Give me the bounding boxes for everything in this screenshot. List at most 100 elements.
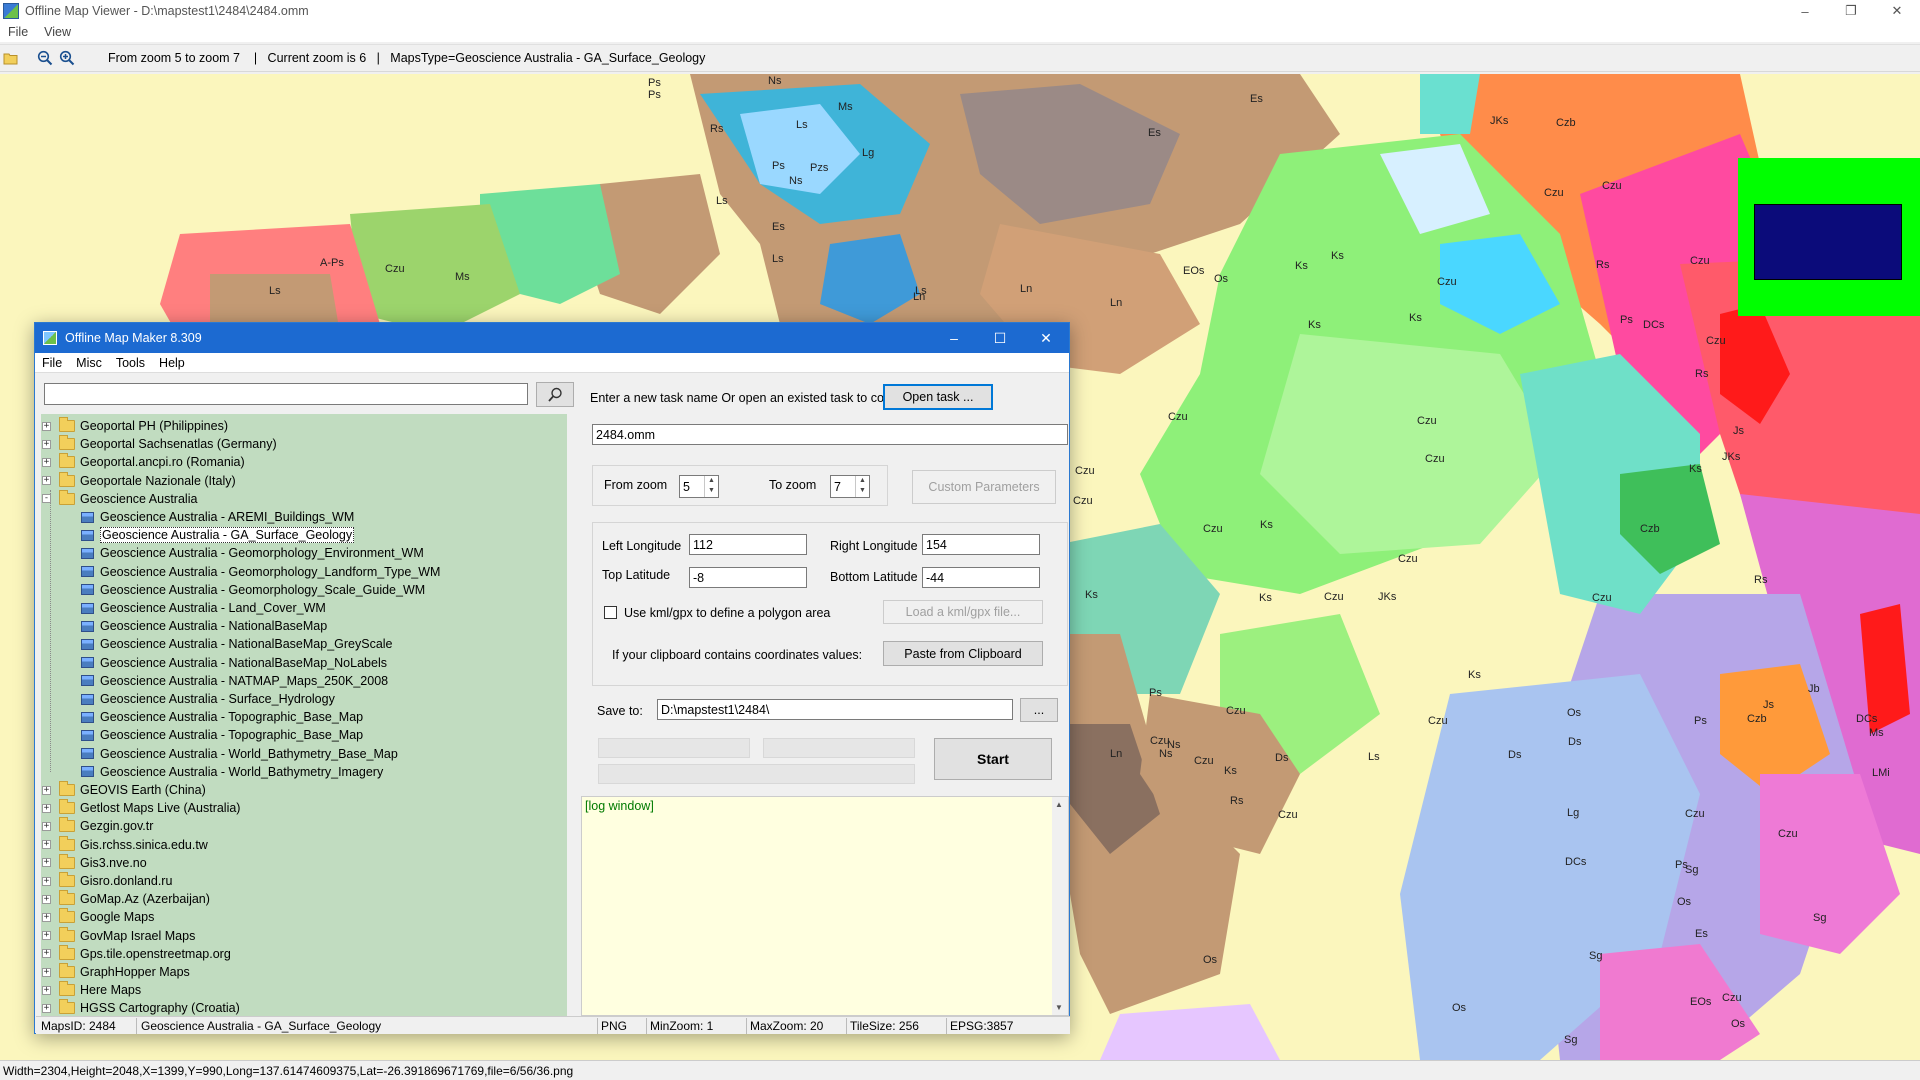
expand-icon[interactable]: + — [42, 912, 51, 922]
tree-folder-item[interactable]: + Getlost Maps Live (Australia) — [41, 799, 240, 817]
tree-map-item[interactable]: Geoscience Australia - GA_Surface_Geolog… — [41, 526, 355, 544]
tree-map-item[interactable]: Geoscience Australia - Land_Cover_WM — [41, 599, 326, 617]
expand-icon[interactable]: + — [42, 785, 51, 795]
top-latitude-input[interactable]: -8 — [689, 567, 807, 588]
expand-icon[interactable]: + — [42, 840, 51, 850]
menu-file[interactable]: File — [0, 25, 36, 39]
maximize-button[interactable]: ❐ — [1828, 0, 1874, 22]
tree-map-item[interactable]: Geoscience Australia - NationalBaseMap — [41, 617, 327, 635]
browse-button[interactable]: ... — [1020, 698, 1058, 722]
map-source-panel: + Geoportal PH (Philippines) + Geoportal Sa… — [36, 374, 580, 1016]
kml-checkbox[interactable] — [604, 606, 617, 619]
zoom-in-icon[interactable] — [56, 47, 78, 69]
tree-map-item[interactable]: Geoscience Australia - Topographic_Base_… — [41, 726, 363, 744]
tree-folder-item[interactable]: + GovMap Israel Maps — [41, 926, 195, 945]
spinner-arrows-icon[interactable]: ▲ ▼ — [704, 476, 718, 497]
open-task-button[interactable]: Open task ... — [883, 384, 993, 410]
tree-map-item[interactable]: Geoscience Australia - Topographic_Base_… — [41, 708, 363, 726]
tree-folder-item[interactable]: + Geoportal.ancpi.ro (Romania) — [41, 453, 245, 471]
tree-folder-item[interactable]: + Geoportale Nazionale (Italy) — [41, 471, 236, 490]
tree-map-item[interactable]: Geoscience Australia - World_Bathymetry_… — [41, 745, 398, 763]
tree-map-item[interactable]: Geoscience Australia - NationalBaseMap_N… — [41, 654, 387, 672]
map-unit-label: DCs — [1856, 713, 1878, 725]
cursor-info: Width=2304,Height=2048,X=1399,Y=990,Long… — [3, 1063, 574, 1078]
custom-parameters-button[interactable]: Custom Parameters — [912, 470, 1056, 504]
save-to-input[interactable]: D:\mapstest1\2484\ — [657, 699, 1013, 720]
expand-icon[interactable]: + — [42, 949, 51, 959]
tree-folder-item[interactable]: + GraphHopper Maps — [41, 963, 190, 981]
tree-folder-item[interactable]: - Geoscience Australia — [41, 489, 197, 508]
dialog-minimize-button[interactable]: – — [931, 323, 977, 353]
paste-clipboard-button[interactable]: Paste from Clipboard — [883, 641, 1043, 666]
tree-folder-item[interactable]: + Gezgin.gov.tr — [41, 817, 153, 835]
right-longitude-input[interactable]: 154 — [922, 534, 1040, 555]
tree-item-label: Geoscience Australia - Surface_Hydrology — [100, 692, 335, 706]
tree-map-item[interactable]: Geoscience Australia - AREMI_Buildings_W… — [41, 508, 354, 526]
expand-icon[interactable]: + — [42, 967, 51, 977]
tree-item-label: GraphHopper Maps — [80, 965, 190, 979]
tree-folder-item[interactable]: + Geoportal Sachsenatlas (Germany) — [41, 435, 277, 453]
tree-folder-item[interactable]: + Gps.tile.openstreetmap.org — [41, 944, 231, 963]
tree-folder-item[interactable]: + GoMap.Az (Azerbaijan) — [41, 890, 210, 908]
open-folder-icon[interactable] — [0, 47, 22, 69]
load-kml-button[interactable]: Load a kml/gpx file... — [883, 600, 1043, 624]
dialog-menu-tools[interactable]: Tools — [109, 356, 152, 370]
expand-icon[interactable]: + — [42, 1003, 51, 1013]
expand-icon[interactable]: + — [42, 476, 51, 486]
expand-icon[interactable]: + — [42, 876, 51, 886]
map-unit-label: Ms — [838, 101, 853, 113]
map-unit-label: Czu — [1685, 808, 1705, 820]
minimap[interactable] — [1738, 158, 1920, 316]
zoom-out-icon[interactable] — [34, 47, 56, 69]
expand-icon[interactable]: + — [42, 985, 51, 995]
expand-icon[interactable]: + — [42, 931, 51, 941]
tree-map-item[interactable]: Geoscience Australia - NationalBaseMap_G… — [41, 635, 393, 653]
expand-icon[interactable]: + — [42, 439, 51, 449]
tree-folder-item[interactable]: + Gis.rchss.sinica.edu.tw — [41, 835, 208, 854]
expand-icon[interactable]: + — [42, 421, 51, 431]
dialog-maximize-button[interactable]: ☐ — [977, 323, 1023, 353]
map-source-tree[interactable]: + Geoportal PH (Philippines) + Geoportal Sa… — [41, 414, 567, 1016]
to-zoom-spinner[interactable]: 7 ▲ ▼ — [830, 475, 870, 498]
search-button[interactable] — [536, 382, 574, 407]
tree-folder-item[interactable]: + GEOVIS Earth (China) — [41, 781, 206, 799]
dialog-menu-help[interactable]: Help — [152, 356, 192, 370]
left-longitude-input[interactable]: 112 — [689, 534, 807, 555]
dialog-menu-file[interactable]: File — [35, 356, 69, 370]
spinner-arrows-icon[interactable]: ▲ ▼ — [855, 476, 869, 497]
expand-icon[interactable]: + — [42, 858, 51, 868]
close-button[interactable]: ✕ — [1874, 0, 1920, 22]
start-button[interactable]: Start — [934, 738, 1052, 780]
tree-folder-item[interactable]: + Google Maps — [41, 908, 154, 926]
task-name-input[interactable]: 2484.omm — [592, 424, 1068, 445]
from-zoom-spinner[interactable]: 5 ▲ ▼ — [679, 475, 719, 498]
log-window[interactable]: [log window] ▲ ▼ — [581, 796, 1069, 1016]
map-unit-label: Os — [1677, 896, 1692, 908]
expand-icon[interactable]: + — [42, 894, 51, 904]
tree-folder-item[interactable]: + Here Maps — [41, 981, 141, 999]
collapse-icon[interactable]: - — [42, 494, 51, 504]
tree-map-item[interactable]: Geoscience Australia - NATMAP_Maps_250K_… — [41, 672, 388, 690]
tree-folder-item[interactable]: + HGSS Cartography (Croatia) — [41, 999, 240, 1016]
expand-icon[interactable]: + — [42, 803, 51, 813]
minimize-button[interactable]: – — [1782, 0, 1828, 22]
tree-folder-item[interactable]: + Geoportal PH (Philippines) — [41, 417, 228, 435]
menu-view[interactable]: View — [36, 25, 79, 39]
tree-map-item[interactable]: Geoscience Australia - Surface_Hydrology — [41, 690, 335, 708]
expand-icon[interactable]: + — [42, 457, 51, 467]
dialog-menu-misc[interactable]: Misc — [69, 356, 109, 370]
scroll-down-icon[interactable]: ▼ — [1055, 1003, 1063, 1012]
scroll-up-icon[interactable]: ▲ — [1055, 800, 1063, 809]
bottom-latitude-input[interactable]: -44 — [922, 567, 1040, 588]
minimap-viewport[interactable] — [1754, 204, 1902, 280]
tree-map-item[interactable]: Geoscience Australia - Geomorphology_Env… — [41, 544, 424, 562]
expand-icon[interactable]: + — [42, 821, 51, 831]
log-scrollbar[interactable]: ▲ ▼ — [1052, 797, 1068, 1015]
tree-folder-item[interactable]: + Gis3.nve.no — [41, 853, 147, 872]
search-input[interactable] — [44, 383, 528, 405]
dialog-close-button[interactable]: ✕ — [1023, 323, 1069, 353]
tree-map-item[interactable]: Geoscience Australia - World_Bathymetry_… — [41, 763, 383, 781]
tree-map-item[interactable]: Geoscience Australia - Geomorphology_Lan… — [41, 563, 440, 581]
tree-folder-item[interactable]: + Gisro.donland.ru — [41, 872, 172, 890]
tree-map-item[interactable]: Geoscience Australia - Geomorphology_Sca… — [41, 581, 425, 599]
